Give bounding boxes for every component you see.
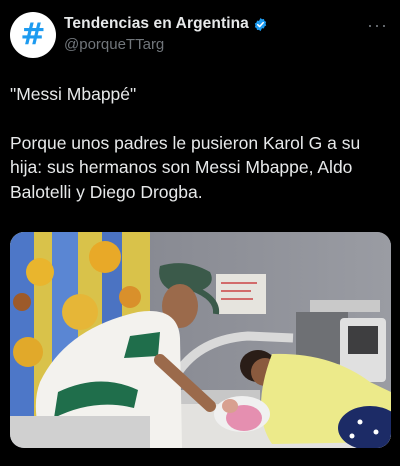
more-options-icon[interactable]: ··· xyxy=(367,16,388,34)
avatar[interactable]: # xyxy=(10,12,56,58)
verified-badge-icon xyxy=(254,17,267,31)
display-name[interactable]: Tendencias en Argentina xyxy=(64,15,249,33)
tweet-photo[interactable] xyxy=(10,232,391,448)
handle[interactable]: @porqueTTarg xyxy=(64,36,268,53)
tweet-paragraph-body: Porque unos padres le pusieron Karol G a… xyxy=(10,132,361,202)
avatar-hash-icon: # xyxy=(20,17,46,52)
tweet-header: # Tendencias en Argentina @porqueTTarg ·… xyxy=(10,12,390,58)
tweet-text: "Messi Mbappé" Porque unos padres le pus… xyxy=(10,82,386,204)
display-name-row: Tendencias en Argentina xyxy=(64,15,268,33)
hospital-photo xyxy=(10,232,391,448)
tweet-paragraph-quote: "Messi Mbappé" xyxy=(10,84,137,104)
author-names: Tendencias en Argentina @porqueTTarg xyxy=(64,15,268,53)
